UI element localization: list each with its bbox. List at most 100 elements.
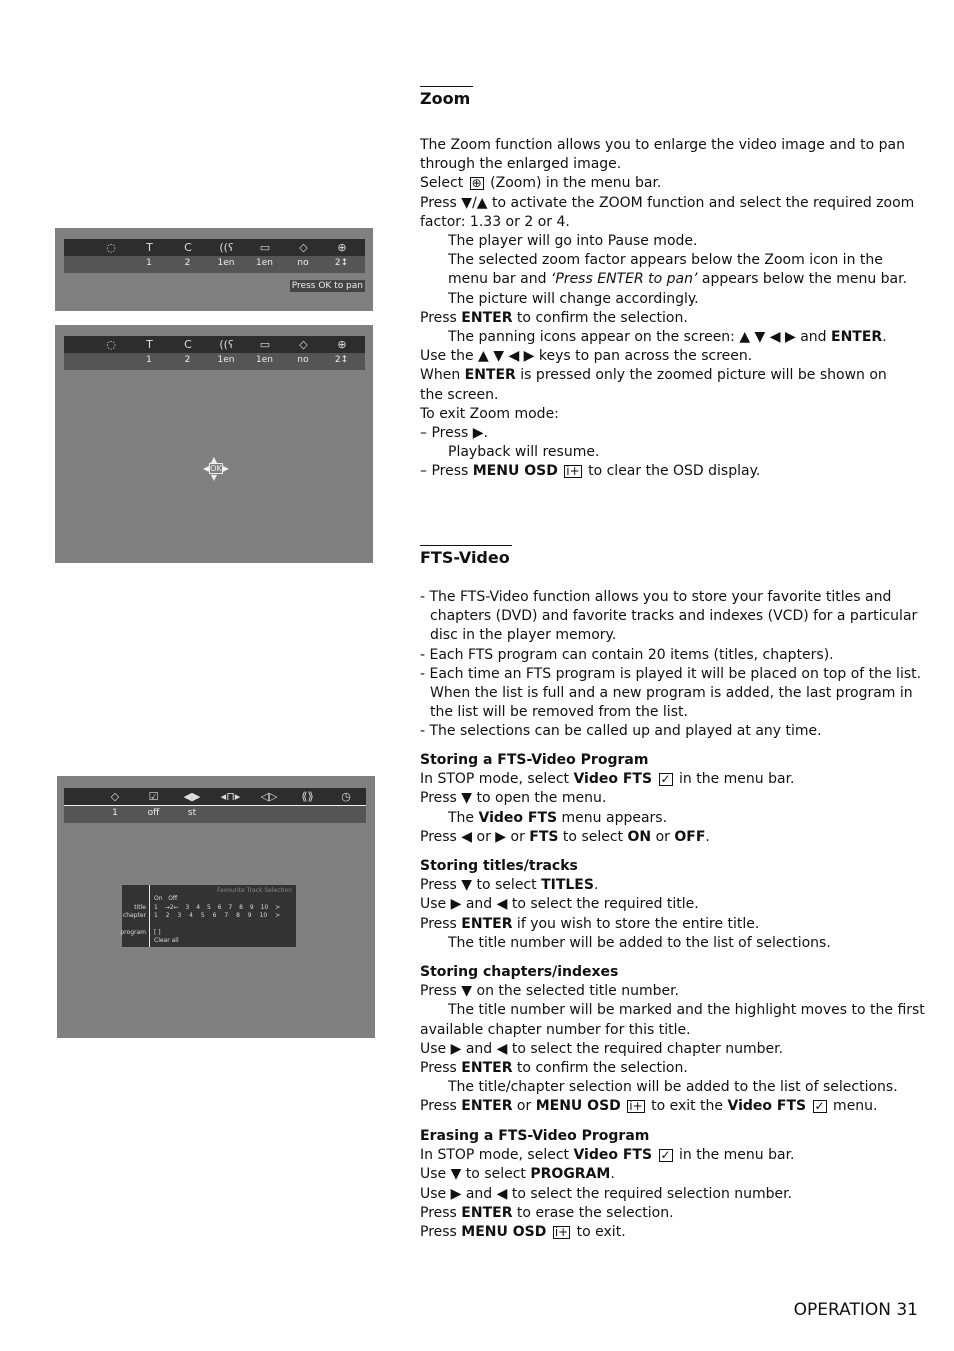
subtitle-icon[interactable]: ▭ <box>250 241 280 254</box>
menu-value: 2 <box>184 355 191 365</box>
divider <box>420 86 473 87</box>
text-line: - Each FTS program can contain 20 items … <box>420 646 920 665</box>
menu-value: 1en <box>256 355 273 365</box>
text-run <box>652 771 656 787</box>
menu-value: 1 <box>146 258 152 268</box>
text-run: available chapter number for this title. <box>420 1021 691 1038</box>
chapter-icon[interactable]: C <box>173 241 203 254</box>
zoom-icon[interactable]: ⊕ <box>327 338 357 351</box>
osd-icon: i+ <box>552 1225 571 1240</box>
pan-icon: ▲ ◀OK▶ ▼ <box>203 455 229 482</box>
program-icon[interactable]: ◇ <box>100 790 130 803</box>
program-value[interactable]: [ ] <box>154 929 161 936</box>
text-run: Press ◀ or ▶ or <box>420 828 530 845</box>
disc-icon[interactable]: ◌ <box>96 338 126 351</box>
text-run: FTS <box>529 828 559 845</box>
angle-icon[interactable]: ◇ <box>289 338 319 351</box>
title-numbers[interactable]: 1 →2← 3 4 5 6 7 8 9 10 > <box>154 904 280 911</box>
text-line: The title/chapter selection will be adde… <box>420 1078 920 1097</box>
text-line: Use ▶ and ◀ to select the required chapt… <box>420 1040 920 1059</box>
text-run: or <box>512 1098 536 1115</box>
audio-icon[interactable]: ((ʕ <box>212 241 242 254</box>
text-run: Press ▼ to select <box>420 877 542 894</box>
zoom-icon[interactable]: ⊕ <box>327 241 357 254</box>
text-run: In STOP mode, select <box>420 771 574 788</box>
text-run: menu bar and <box>448 271 551 288</box>
text-run: OFF <box>674 828 706 845</box>
text-line: When ENTER is pressed only the zoomed pi… <box>420 366 920 385</box>
menu-bar-icons: ◌ T C ((ʕ ▭ ◇ ⊕ <box>64 336 365 353</box>
chapter-icon[interactable]: C <box>173 338 203 351</box>
text-run: to select <box>558 828 628 845</box>
menu-value: 1en <box>256 258 273 268</box>
title-icon[interactable]: T <box>135 338 165 351</box>
text-run: menu appears. <box>557 809 668 826</box>
title-icon[interactable]: T <box>135 241 165 254</box>
text-line: - Each time an FTS program is played it … <box>420 665 922 684</box>
chapter-numbers[interactable]: 1 2 3 4 5 6 7 8 9 10 > <box>154 912 280 919</box>
text-line: Press ◀ or ▶ or FTS to select ON or OFF. <box>420 828 920 847</box>
speed-icon[interactable]: ⟪⟫ <box>293 790 323 803</box>
audio-icon[interactable]: ((ʕ <box>212 338 242 351</box>
text-line: Press ▼ on the selected title number. <box>420 982 920 1001</box>
text-line: The Video FTS menu appears. <box>420 809 920 828</box>
text-run: - Each time an FTS program is played it … <box>420 665 922 682</box>
disc-icon[interactable]: ◌ <box>96 241 126 254</box>
fts-checkbox-icon[interactable]: ☑ <box>139 790 169 803</box>
text-run: Use ▶ and ◀ to select the required title… <box>420 896 699 913</box>
menu-value: no <box>297 258 309 268</box>
menu-bar-values: 1 off st <box>64 806 366 823</box>
text-run: in the menu bar. <box>674 771 795 788</box>
text-run: TITLES <box>541 877 594 894</box>
text-run: through the enlarged image. <box>420 156 622 173</box>
text-run <box>806 1098 810 1114</box>
text-run: The title/chapter selection will be adde… <box>448 1079 898 1096</box>
text-line: through the enlarged image. <box>420 155 920 174</box>
favourite-track-panel: Favourite Track Selection On Off title 1… <box>120 885 296 947</box>
text-line: Playback will resume. <box>420 443 920 462</box>
menu-value: 2 <box>184 258 191 268</box>
text-run <box>652 1147 656 1163</box>
page-footer: OPERATION 31 <box>793 1300 918 1320</box>
clear-all[interactable]: Clear all <box>154 937 179 944</box>
angle-icon[interactable]: ◇ <box>289 241 319 254</box>
menu-bar-icons: ◌ T C ((ʕ ▭ ◇ ⊕ <box>64 239 365 256</box>
text-run: Use ▼ to select <box>420 1166 531 1183</box>
text-run: In STOP mode, select <box>420 1147 574 1164</box>
checkbox-icon: ✓ <box>812 1099 827 1114</box>
text-run: ENTER <box>461 309 513 326</box>
text-run: The title number will be added to the li… <box>448 934 831 951</box>
text-line: The Zoom function allows you to enlarge … <box>420 136 920 155</box>
sound-mode-icon[interactable]: ◂⊓▸ <box>216 790 246 803</box>
on-option[interactable]: On Off <box>154 895 177 902</box>
divider <box>420 545 512 546</box>
fts-screen: ◇ ☑ ◀▶ ◂⊓▸ ◁▷ ⟪⟫ ◷ 1 off st Favourite Track Sele… <box>57 776 375 1038</box>
text-line: Press ENTER to confirm the selection. <box>420 309 920 328</box>
text-run: Press <box>420 1224 462 1241</box>
text-line: – Press MENU OSD i+ to clear the OSD dis… <box>420 462 920 481</box>
text-run: to clear the OSD display. <box>583 463 761 480</box>
menu-value: 1en <box>217 258 235 268</box>
text-run: The selected zoom factor appears below t… <box>448 252 883 269</box>
text-run: Use the ▲ ▼ ◀ ▶ keys to pan across the s… <box>420 348 753 365</box>
text-run: menu. <box>828 1098 878 1115</box>
step-icon[interactable]: ◁▷ <box>254 790 284 803</box>
menu-value: no <box>297 355 309 365</box>
text-run: to erase the selection. <box>512 1204 674 1221</box>
text-line: Press ▼/▲ to activate the ZOOM function … <box>420 194 920 213</box>
subtitle-icon[interactable]: ▭ <box>250 338 280 351</box>
menu-bar-values: 1 2 1en 1en no 2↕ <box>64 353 365 370</box>
text-line: Press ENTER if you wish to store the ent… <box>420 915 920 934</box>
text-run: Press <box>420 1204 462 1221</box>
text-line: chapters (DVD) and favorite tracks and i… <box>420 607 920 626</box>
text-line: disc in the player memory. <box>420 626 920 645</box>
menu-value: off <box>147 808 160 818</box>
text-run: MENU OSD <box>461 1224 547 1241</box>
zoom-screen-1: ◌ T C ((ʕ ▭ ◇ ⊕ 1 2 1en 1en no 2↕ Press OK to pan <box>55 228 373 311</box>
text-run: Press <box>420 1060 462 1077</box>
menu-value: st <box>187 808 197 818</box>
time-search-icon[interactable]: ◷ <box>331 790 361 803</box>
sound-icon[interactable]: ◀▶ <box>177 790 207 803</box>
row-label: title <box>134 904 146 911</box>
text-run: Video FTS <box>573 1147 653 1164</box>
